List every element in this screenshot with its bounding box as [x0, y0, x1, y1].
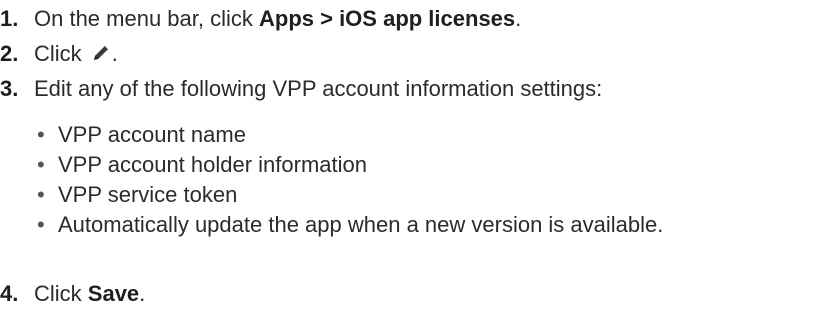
step-3: 3. Edit any of the following VPP account …	[0, 75, 602, 103]
step-text: Edit any of the following VPP account in…	[34, 76, 603, 101]
settings-list: • VPP account name • VPP account holder in…	[0, 121, 663, 241]
bullet-icon: •	[37, 152, 45, 177]
save-label: Save	[87, 281, 140, 306]
bullet-icon: •	[37, 212, 45, 237]
list-item: • Automatically update the app when a new…	[0, 211, 663, 241]
step-number: 2.	[0, 41, 19, 66]
step-number: 1.	[0, 6, 19, 31]
list-item: • VPP service token	[0, 181, 663, 211]
list-item-text: VPP account holder information	[58, 152, 367, 177]
bullet-icon: •	[37, 182, 45, 207]
step-text: Click Save.	[34, 281, 145, 306]
pencil-edit-icon	[90, 42, 112, 64]
step-text-tail: .	[111, 41, 118, 66]
menu-path: Apps > iOS app licenses	[259, 6, 516, 31]
step-1: 1. On the menu bar, click Apps > iOS app …	[0, 5, 521, 33]
step-text-tail: .	[139, 281, 146, 306]
instructions-document: 1. On the menu bar, click Apps > iOS app …	[0, 0, 815, 313]
list-item: • VPP account name	[0, 121, 663, 151]
list-item-text: Automatically update the app when a new …	[58, 212, 664, 237]
step-text-lead: Click	[34, 41, 88, 66]
step-text-lead: Click	[34, 281, 88, 306]
step-text: Click .	[34, 41, 118, 66]
step-text-lead: On the menu bar, click	[34, 6, 259, 31]
step-text-tail: .	[515, 6, 522, 31]
step-number: 4.	[0, 281, 19, 306]
list-item: • VPP account holder information	[0, 151, 663, 181]
step-text: On the menu bar, click Apps > iOS app li…	[34, 6, 521, 31]
list-item-text: VPP service token	[58, 182, 238, 207]
step-4: 4. Click Save.	[0, 280, 145, 308]
step-2: 2. Click .	[0, 40, 118, 68]
list-item-text: VPP account name	[58, 122, 246, 147]
bullet-icon: •	[37, 122, 45, 147]
step-number: 3.	[0, 76, 19, 101]
